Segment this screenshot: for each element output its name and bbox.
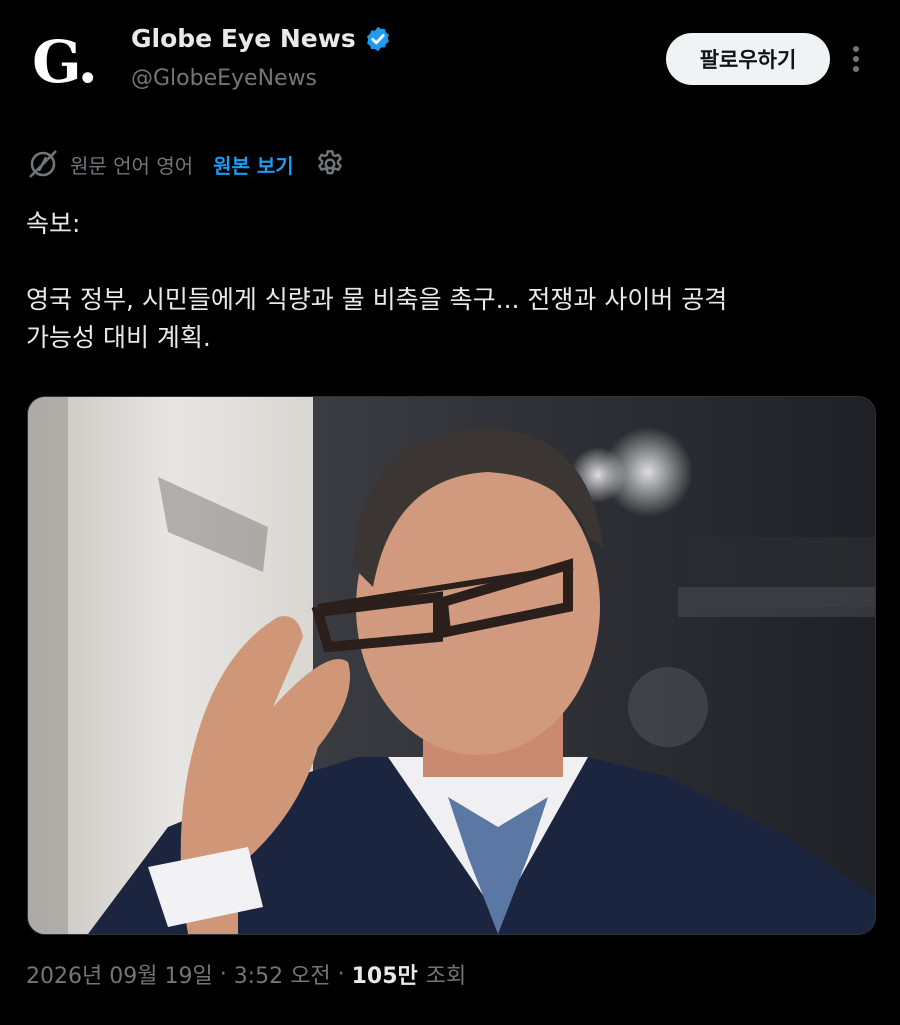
- avatar[interactable]: G.: [22, 20, 106, 104]
- translation-label: 원문 언어 영어: [70, 153, 194, 178]
- gear-icon[interactable]: [314, 148, 346, 180]
- display-name-row[interactable]: Globe Eye News: [131, 24, 392, 53]
- tweet-date[interactable]: 2026년 09월 19일: [26, 958, 213, 990]
- follow-button[interactable]: 팔로우하기: [666, 33, 830, 85]
- display-name[interactable]: Globe Eye News: [131, 24, 356, 53]
- tweet-photo[interactable]: [27, 396, 876, 935]
- tweet-line: 영국 정부, 시민들에게 식량과 물 비축을 촉구... 전쟁과 사이버 공격: [26, 285, 728, 314]
- handle[interactable]: @GlobeEyeNews: [131, 66, 317, 91]
- tweet-header: G. Globe Eye News @GlobeEyeNews 팔로우하기: [0, 0, 900, 120]
- tweet-meta: 2026년 09월 19일 · 3:52 오전 · 105만 조회: [26, 958, 466, 990]
- tweet-line: 속보:: [26, 209, 81, 238]
- separator-dot: ·: [337, 961, 345, 987]
- views-count: 105만: [351, 964, 418, 989]
- tweet-photo-image: [28, 397, 875, 934]
- views-label: 조회: [425, 964, 467, 989]
- verified-badge-icon: [366, 26, 389, 51]
- avatar-logo: G.: [32, 28, 98, 96]
- separator-dot: ·: [219, 961, 227, 987]
- tweet-line: 가능성 대비 계획.: [26, 323, 211, 352]
- tweet-time[interactable]: 3:52 오전: [234, 958, 331, 990]
- show-original-link[interactable]: 원본 보기: [213, 150, 294, 179]
- translation-row: 원문 언어 영어 원본 보기: [26, 144, 346, 184]
- more-vertical-icon[interactable]: [846, 40, 866, 80]
- translate-off-icon: [29, 150, 57, 178]
- tweet-text: 속보: 영국 정부, 시민들에게 식량과 물 비축을 촉구... 전쟁과 사이버…: [26, 205, 856, 357]
